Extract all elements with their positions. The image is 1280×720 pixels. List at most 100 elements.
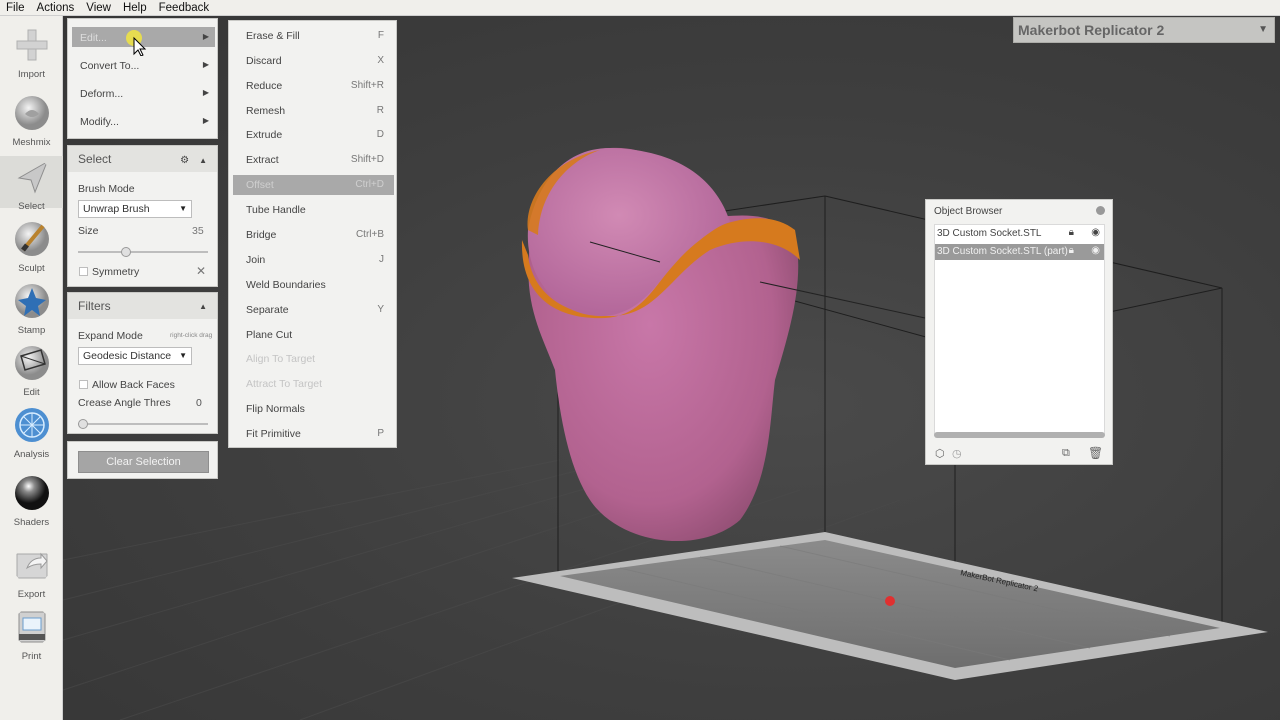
menu-help[interactable]: Help (117, 0, 153, 16)
crease-angle-label: Crease Angle Thres (78, 397, 171, 409)
submenu-item[interactable]: Extract Shift+D (233, 150, 394, 170)
tool-print-label: Print (21, 651, 42, 662)
stamp-icon (14, 284, 49, 318)
trash-icon[interactable]: 🗑︎ (1088, 446, 1103, 460)
object-browser: Object Browser 3D Custom Socket.STL 🔒︎ ◉… (925, 199, 1113, 465)
meshmix-icon (14, 96, 49, 130)
menu-feedback[interactable]: Feedback (153, 0, 216, 16)
lock-icon[interactable]: 🔒︎ (1069, 227, 1074, 238)
tool-stamp[interactable]: Stamp (0, 282, 63, 336)
tool-edit-label: Edit (23, 387, 40, 398)
cube-icon[interactable]: ⬡ (935, 447, 945, 460)
collapse-icon[interactable]: ▲ (199, 156, 207, 165)
submenu-item[interactable]: Tube Handle (233, 200, 394, 220)
tool-select[interactable]: Select (0, 156, 63, 212)
expand-mode-label: Expand Mode (78, 330, 143, 342)
chevron-right-icon: ▶ (202, 88, 209, 97)
filters-panel-header[interactable]: Filters ▲ (68, 293, 217, 319)
brush-mode-dropdown[interactable]: Unwrap Brush ▼ (78, 200, 192, 218)
submenu-item[interactable]: Remesh R (233, 101, 394, 121)
eye-icon[interactable]: ◉ (1091, 245, 1100, 256)
mouse-cursor-icon (126, 30, 147, 56)
brush-icon (14, 222, 49, 256)
tool-sculpt[interactable]: Sculpt (0, 220, 63, 274)
size-value: 35 (192, 225, 204, 237)
tool-import[interactable]: Import (0, 26, 63, 80)
submenu-item[interactable]: Bridge Ctrl+B (233, 225, 394, 245)
submenu-item[interactable]: Erase & Fill F (233, 26, 394, 46)
size-label: Size (78, 225, 99, 237)
allow-back-faces-label: Allow Back Faces (92, 379, 175, 391)
duplicate-icon[interactable]: ⧉ (1062, 447, 1070, 460)
panel-title: Select (78, 152, 112, 166)
menu-item-convert-to[interactable]: Convert To... ▶ (72, 55, 215, 75)
submenu-item[interactable]: Flip Normals (233, 399, 394, 419)
chevron-right-icon: ▶ (202, 32, 209, 41)
submenu-item[interactable]: Reduce Shift+R (233, 76, 394, 96)
expand-mode-hint: right-click drag (170, 332, 213, 339)
tool-edit[interactable]: Edit (0, 344, 63, 398)
size-slider-track[interactable] (78, 251, 208, 253)
submenu-item-disabled: Attract To Target (246, 378, 323, 390)
clock-icon[interactable]: ◷ (952, 447, 962, 460)
gear-icon[interactable]: ⚙ (180, 155, 189, 166)
menu-item-modify[interactable]: Modify... ▶ (72, 111, 215, 131)
object-list: 3D Custom Socket.STL 🔒︎ ◉ 3D Custom Sock… (934, 224, 1105, 434)
tool-analysis-label: Analysis (13, 449, 50, 460)
submenu-item[interactable]: Weld Boundaries (233, 275, 394, 295)
panel-title: Filters (78, 299, 111, 313)
chevron-right-icon: ▶ (202, 116, 209, 125)
menu-bar: File Actions View Help Feedback (0, 0, 1280, 16)
submenu-item-offset[interactable]: Offset Ctrl+D (233, 175, 394, 195)
menu-file[interactable]: File (0, 0, 31, 16)
clear-selection-button[interactable]: Clear Selection (78, 451, 209, 473)
tool-sculpt-label: Sculpt (18, 263, 45, 274)
submenu-item-disabled: Align To Target (246, 353, 316, 365)
lock-icon[interactable]: 🔒︎ (1069, 245, 1074, 256)
submenu-item[interactable]: Fit Primitive P (233, 424, 394, 444)
menu-item-deform[interactable]: Deform... ▶ (72, 83, 215, 103)
menu-view[interactable]: View (80, 0, 117, 16)
close-icon[interactable] (1096, 206, 1105, 215)
list-item[interactable]: 3D Custom Socket.STL 🔒︎ ◉ (935, 226, 1104, 242)
submenu-item[interactable]: Join J (233, 250, 394, 270)
submenu-item[interactable]: Separate Y (233, 300, 394, 320)
printer-name: Makerbot Replicator 2 (1018, 22, 1165, 38)
horizontal-scrollbar[interactable] (934, 432, 1105, 438)
tool-meshmix-label: Meshmix (12, 137, 51, 148)
brush-mode-label: Brush Mode (78, 183, 135, 195)
edit-icon (14, 346, 49, 380)
symmetry-tool-icon[interactable]: ✕ (196, 264, 206, 278)
clear-selection-panel: Clear Selection (67, 441, 218, 479)
crease-slider-track[interactable] (78, 423, 208, 425)
select-panel-header[interactable]: Select ⚙ ▲ (68, 146, 217, 172)
symmetry-checkbox[interactable] (79, 267, 88, 276)
printer-selector[interactable]: Makerbot Replicator 2 ▼ (1013, 17, 1275, 43)
submenu-item[interactable]: Plane Cut (233, 325, 394, 345)
tool-print[interactable]: Print (0, 608, 63, 662)
submenu-item[interactable]: Discard X (233, 51, 394, 71)
submenu-item[interactable]: Extrude D (233, 125, 394, 145)
tool-meshmix[interactable]: Meshmix (0, 94, 63, 148)
collapse-icon[interactable]: ▲ (199, 302, 207, 311)
select-arrow-icon (17, 160, 48, 194)
chevron-down-icon: ▼ (179, 204, 187, 213)
eye-icon[interactable]: ◉ (1091, 227, 1100, 238)
analysis-icon (14, 408, 49, 442)
filters-panel: Filters ▲ Expand Mode right-click drag G… (67, 292, 218, 434)
list-item-selected[interactable]: 3D Custom Socket.STL (part) 🔒︎ ◉ (935, 244, 1104, 260)
tool-sidebar: Import Meshmix Select Sculpt Stamp Edit … (0, 16, 63, 720)
select-panel: Select ⚙ ▲ Brush Mode Unwrap Brush ▼ Size … (67, 145, 218, 287)
chevron-right-icon: ▶ (202, 60, 209, 69)
crease-slider-handle[interactable] (78, 419, 88, 429)
allow-back-faces-checkbox[interactable] (79, 380, 88, 389)
tool-import-label: Import (18, 69, 45, 80)
menu-actions[interactable]: Actions (31, 0, 81, 16)
crease-angle-value: 0 (196, 397, 202, 409)
size-slider-handle[interactable] (121, 247, 132, 257)
tool-export[interactable]: Export (0, 546, 63, 600)
tool-analysis[interactable]: Analysis (0, 406, 63, 460)
expand-mode-dropdown[interactable]: Geodesic Distance ▼ (78, 347, 192, 365)
tool-shaders[interactable]: Shaders (0, 474, 63, 528)
tool-shaders-label: Shaders (13, 517, 50, 528)
